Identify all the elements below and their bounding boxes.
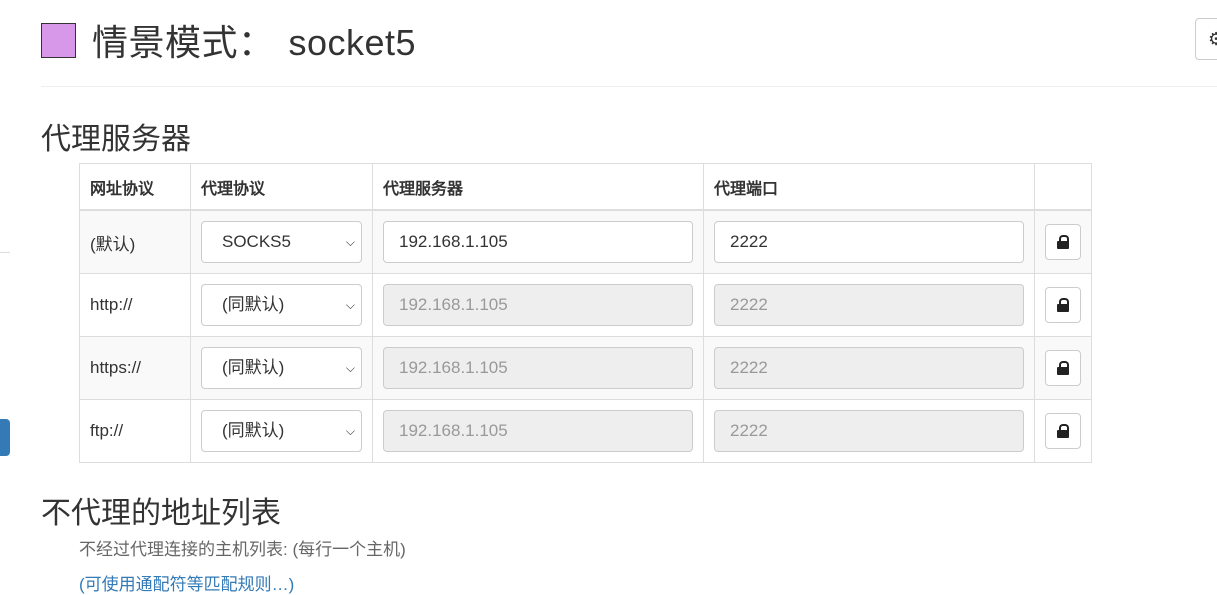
chevron-down-icon: ⌵: [345, 298, 355, 312]
port-input: 2222: [714, 347, 1024, 389]
protocol-select[interactable]: (同默认) ⌵: [201, 284, 362, 326]
header-divider: [41, 86, 1217, 87]
bypass-help-text: 不经过代理连接的主机列表: (每行一个主机): [79, 540, 406, 559]
lock-icon: [1057, 235, 1069, 249]
scheme-cell: (默认): [79, 209, 191, 274]
column-header-scheme: 网址协议: [79, 163, 191, 211]
port-input: 2222: [714, 410, 1024, 452]
server-input: 192.168.1.105: [383, 410, 693, 452]
protocol-value: (同默认): [222, 358, 285, 377]
lock-button[interactable]: [1045, 224, 1081, 260]
sidebar-toggle[interactable]: [0, 419, 10, 456]
page-title: 情景模式： socket5: [92, 14, 416, 66]
scheme-cell: http://: [79, 273, 191, 337]
lock-button[interactable]: [1045, 350, 1081, 386]
table-row: ftp:// (同默认) ⌵ 192.168.1.105 2222: [79, 399, 1092, 463]
scheme-cell: https://: [79, 336, 191, 400]
table-row: https:// (同默认) ⌵ 192.168.1.105 2222: [79, 336, 1092, 400]
chevron-down-icon: ⌵: [345, 361, 355, 375]
server-input: 192.168.1.105: [383, 347, 693, 389]
table-row: (默认) SOCKS5 ⌵ 192.168.1.105 2222: [79, 209, 1092, 274]
server-input: 192.168.1.105: [383, 284, 693, 326]
profile-label: 情景模式：: [92, 22, 275, 63]
protocol-select[interactable]: (同默认) ⌵: [201, 347, 362, 389]
protocol-select[interactable]: (同默认) ⌵: [201, 410, 362, 452]
table-row: http:// (同默认) ⌵ 192.168.1.105 2222: [79, 273, 1092, 337]
gear-icon: ⚙: [1208, 29, 1217, 49]
lock-icon: [1057, 298, 1069, 312]
column-header-protocol: 代理协议: [190, 163, 373, 211]
bypass-help-link[interactable]: (可使用通配符等匹配规则…): [79, 570, 294, 595]
protocol-value: SOCKS5: [222, 232, 291, 251]
column-header-port: 代理端口: [703, 163, 1035, 211]
port-input[interactable]: 2222: [714, 221, 1024, 263]
column-header-actions: [1034, 163, 1092, 211]
options-button[interactable]: ⚙: [1195, 18, 1217, 60]
proxy-section-title: 代理服务器: [41, 123, 191, 156]
proxy-table: 网址协议 代理协议 代理服务器 代理端口 (默认) SOCKS5 ⌵ 192.16…: [79, 163, 1092, 463]
lock-icon: [1057, 424, 1069, 438]
chevron-down-icon: ⌵: [345, 424, 355, 438]
protocol-value: (同默认): [222, 421, 285, 440]
profile-name: socket5: [288, 22, 417, 63]
protocol-value: (同默认): [222, 295, 285, 314]
lock-icon: [1057, 361, 1069, 375]
server-input[interactable]: 192.168.1.105: [383, 221, 693, 263]
column-header-server: 代理服务器: [372, 163, 704, 211]
table-header-row: 网址协议 代理协议 代理服务器 代理端口: [79, 163, 1092, 211]
lock-button[interactable]: [1045, 287, 1081, 323]
sidebar-divider: [0, 252, 10, 253]
chevron-down-icon: ⌵: [345, 235, 355, 249]
profile-color-swatch[interactable]: [41, 22, 76, 58]
scheme-cell: ftp://: [79, 399, 191, 463]
page-header: 情景模式： socket5: [41, 14, 416, 66]
protocol-select[interactable]: SOCKS5 ⌵: [201, 221, 362, 263]
lock-button[interactable]: [1045, 413, 1081, 449]
bypass-section-title: 不代理的地址列表: [41, 497, 281, 530]
port-input: 2222: [714, 284, 1024, 326]
